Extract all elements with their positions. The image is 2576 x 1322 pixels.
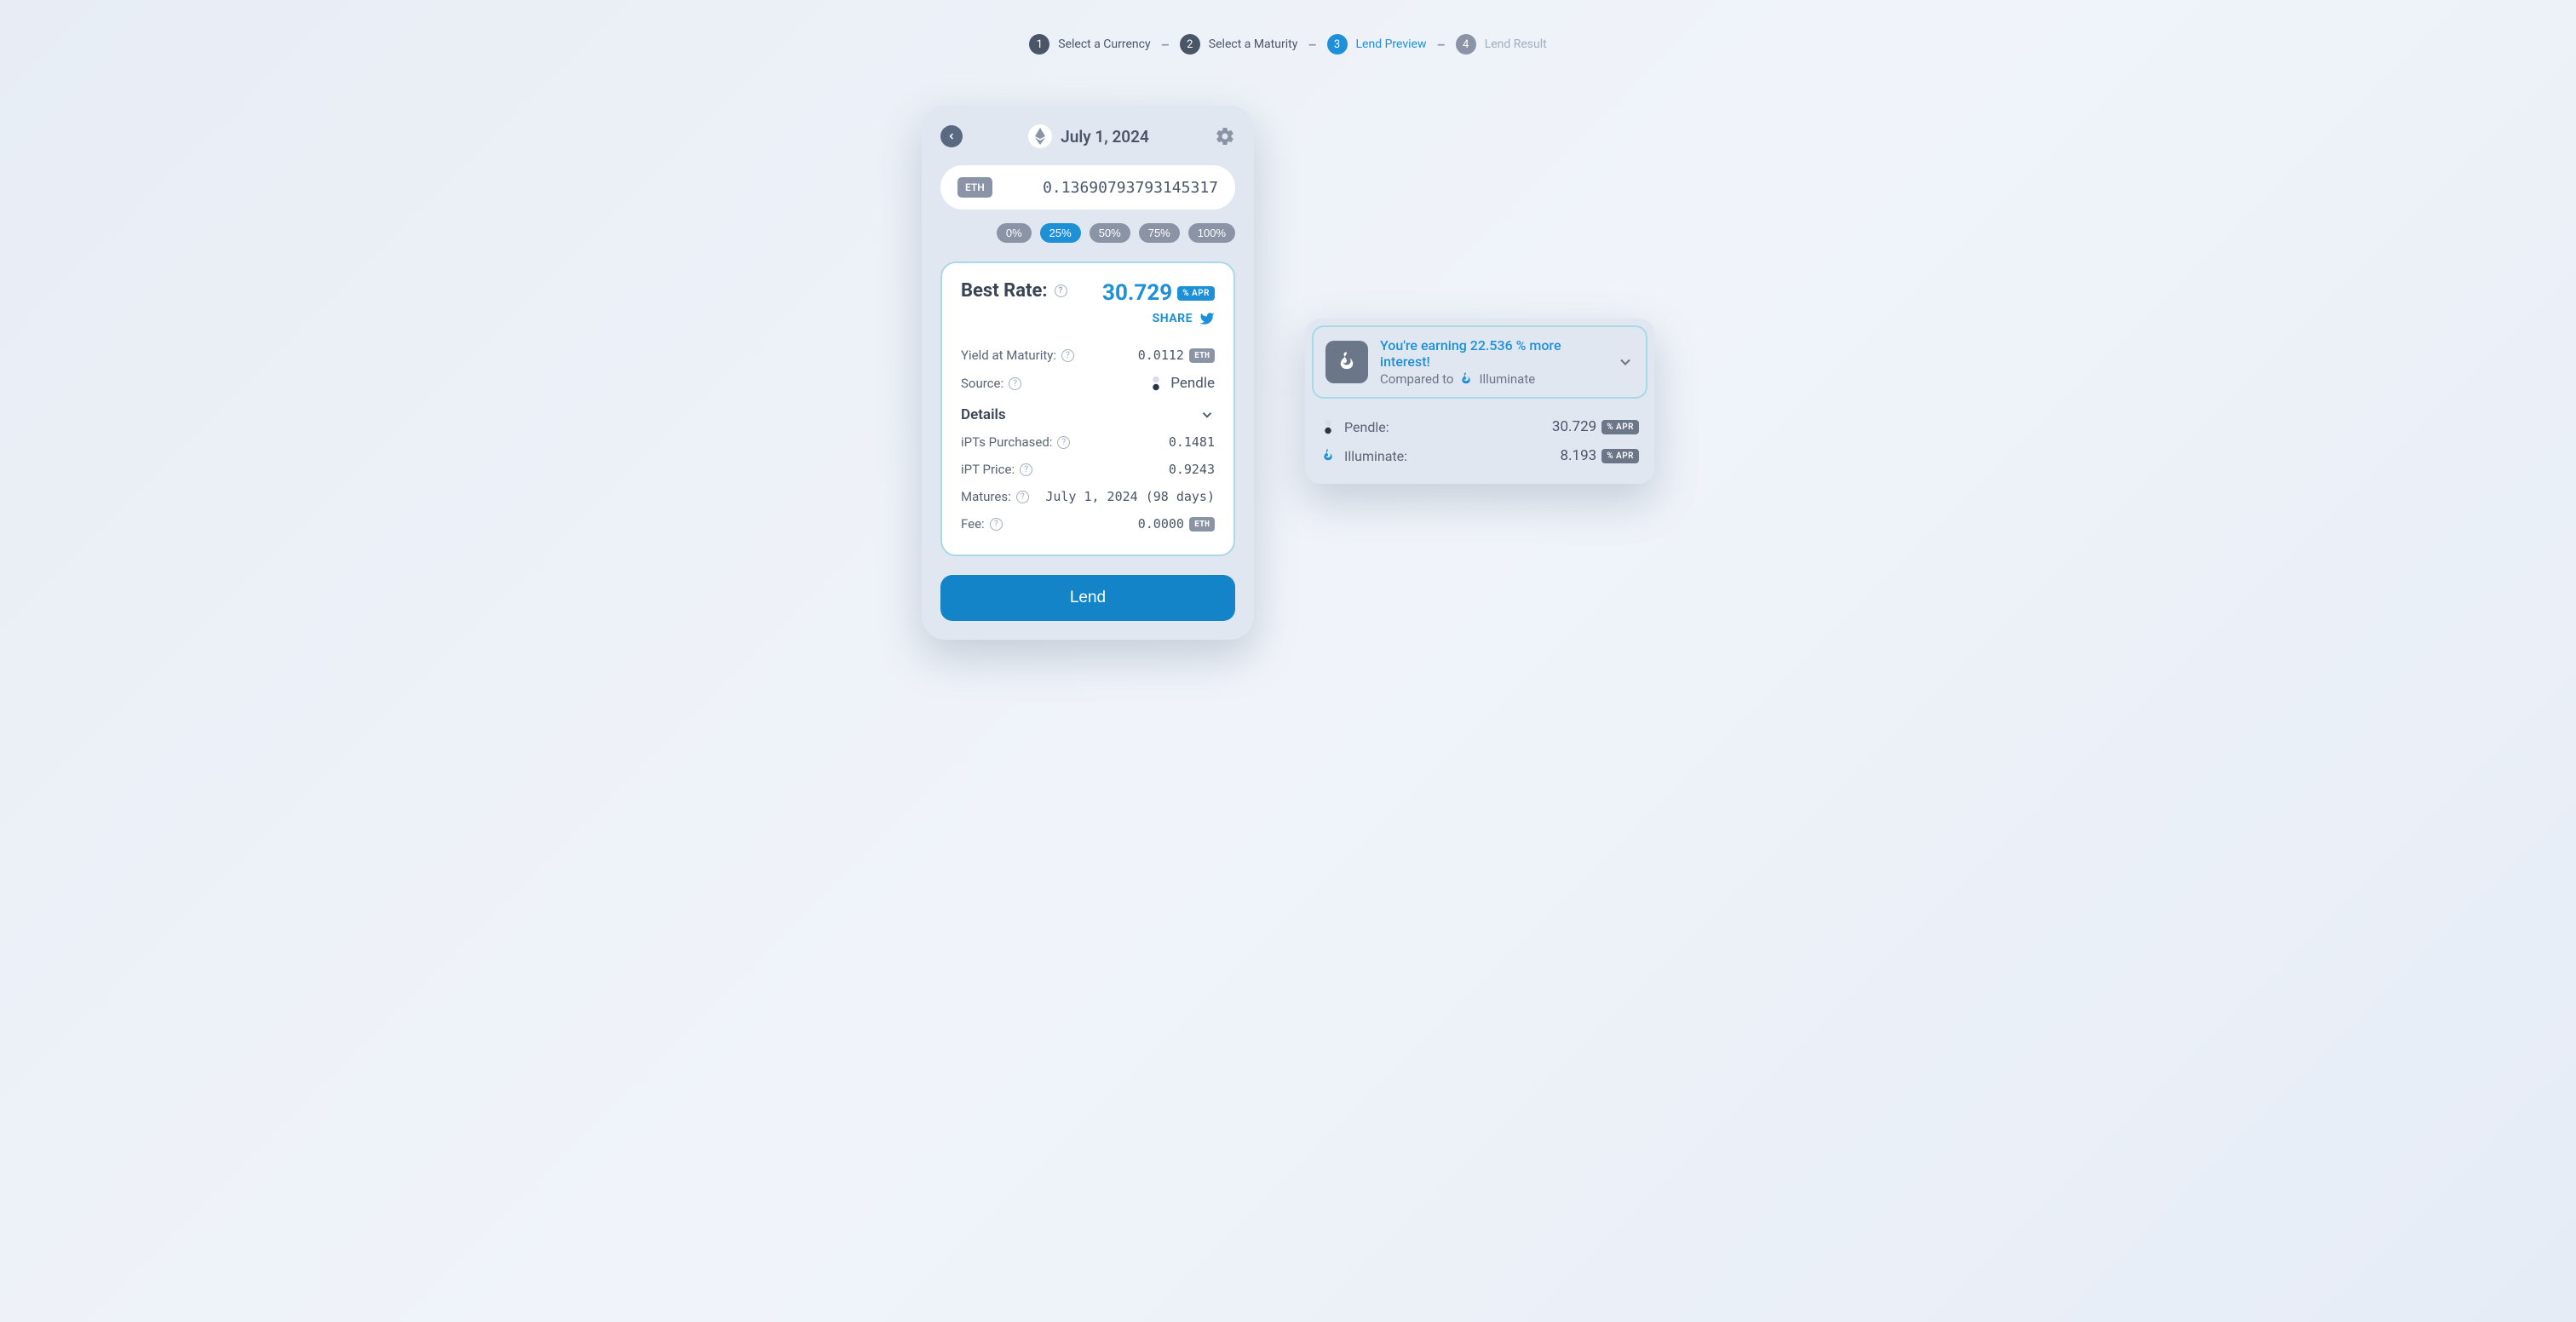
percent-100-button[interactable]: 100% (1188, 223, 1235, 243)
step-1[interactable]: 1 Select a Currency (1029, 34, 1150, 55)
step-2[interactable]: 2 Select a Maturity (1180, 34, 1298, 55)
yield-row: Yield at Maturity: ? 0.0112 ETH (961, 342, 1215, 369)
pendle-icon (1320, 419, 1336, 434)
chevron-left-icon (946, 131, 957, 141)
flame-box-icon (1325, 341, 1368, 383)
best-rate-label: Best Rate: (961, 280, 1048, 302)
help-icon[interactable]: ? (1020, 463, 1032, 476)
ipt-price-row: iPT Price: ? 0.9243 (961, 456, 1215, 483)
source-label: Source: (961, 376, 1003, 391)
matures-row: Matures: ? July 1, 2024 (98 days) (961, 483, 1215, 510)
source-row: Source: ? Pendle (961, 369, 1215, 398)
share-button[interactable]: SHARE (961, 311, 1215, 326)
step-3[interactable]: 3 Lend Preview (1327, 34, 1427, 55)
chevron-down-icon (1199, 407, 1215, 422)
step-1-num: 1 (1029, 34, 1049, 55)
ipt-price-label: iPT Price: (961, 462, 1015, 477)
rate-panel: Best Rate: ? 30.729 % APR SHARE Yield at… (940, 262, 1235, 556)
stepper: 1 Select a Currency – 2 Select a Maturit… (0, 34, 2576, 55)
step-1-label: Select a Currency (1058, 37, 1150, 51)
ipts-value: 0.1481 (1169, 434, 1215, 450)
pendle-icon (1148, 376, 1164, 391)
help-icon[interactable]: ? (1016, 491, 1029, 503)
fee-value: 0.0000 (1138, 516, 1184, 532)
step-2-label: Select a Maturity (1209, 37, 1298, 51)
step-4[interactable]: 4 Lend Result (1456, 34, 1547, 55)
percent-row: 0% 25% 50% 75% 100% (940, 223, 1235, 243)
help-icon[interactable]: ? (1061, 349, 1074, 362)
yield-label: Yield at Maturity: (961, 348, 1056, 363)
step-separator: – (1437, 37, 1446, 53)
flame-icon (1320, 448, 1336, 463)
compare-pendle-value: 30.729 (1552, 418, 1596, 435)
matures-value: July 1, 2024 (98 days) (1045, 489, 1215, 504)
compare-illuminate-label: Illuminate: (1344, 448, 1407, 464)
compare-subline-prefix: Compared to (1380, 371, 1453, 387)
eth-tag: ETH (1189, 517, 1215, 532)
twitter-icon (1199, 311, 1215, 326)
compare-row-illuminate: Illuminate: 8.193 % APR (1320, 441, 1639, 470)
share-label: SHARE (1153, 312, 1193, 325)
compare-illuminate-value: 8.193 (1560, 447, 1596, 464)
step-4-num: 4 (1456, 34, 1476, 55)
details-label: Details (961, 406, 1006, 423)
step-separator: – (1161, 37, 1170, 53)
amount-input-box: ETH (940, 165, 1235, 210)
lend-preview-card: July 1, 2024 ETH 0% 25% 50% 75% 100% Bes… (922, 106, 1254, 640)
step-3-label: Lend Preview (1356, 37, 1427, 51)
step-2-num: 2 (1180, 34, 1200, 55)
gear-icon (1215, 126, 1235, 147)
apr-badge: % APR (1601, 449, 1639, 463)
chevron-down-icon[interactable] (1617, 353, 1634, 371)
compare-headline: You're earning 22.536 % more interest! (1380, 337, 1605, 370)
apr-badge: % APR (1177, 286, 1215, 301)
comparison-header: You're earning 22.536 % more interest! C… (1312, 325, 1647, 399)
header-title: July 1, 2024 (1028, 124, 1149, 148)
flame-icon (1335, 350, 1359, 374)
card-header: July 1, 2024 (940, 124, 1235, 148)
help-icon[interactable]: ? (990, 518, 1003, 531)
compare-row-pendle: Pendle: 30.729 % APR (1320, 412, 1639, 441)
percent-0-button[interactable]: 0% (997, 223, 1032, 243)
fee-label: Fee: (961, 516, 985, 532)
flame-icon (1458, 371, 1474, 387)
comparison-card: You're earning 22.536 % more interest! C… (1305, 319, 1654, 484)
ipt-price-value: 0.9243 (1169, 462, 1215, 477)
maturity-date: July 1, 2024 (1061, 127, 1149, 147)
amount-input[interactable] (1003, 179, 1218, 197)
settings-button[interactable] (1215, 126, 1235, 147)
matures-label: Matures: (961, 489, 1011, 504)
fee-row: Fee: ? 0.0000 ETH (961, 510, 1215, 537)
compare-subline-name: Illuminate (1479, 371, 1535, 387)
lend-button[interactable]: Lend (940, 575, 1235, 621)
back-button[interactable] (940, 125, 963, 147)
compare-pendle-label: Pendle: (1344, 419, 1389, 435)
apr-badge: % APR (1601, 420, 1639, 434)
ipts-row: iPTs Purchased: ? 0.1481 (961, 428, 1215, 456)
eth-icon (1028, 124, 1052, 148)
yield-value: 0.0112 (1138, 348, 1184, 363)
step-3-num: 3 (1327, 34, 1348, 55)
best-rate-value: 30.729 % APR (1102, 280, 1215, 306)
details-toggle[interactable]: Details (961, 398, 1215, 428)
eth-tag: ETH (1189, 348, 1215, 363)
help-icon[interactable]: ? (1009, 377, 1021, 390)
help-icon[interactable]: ? (1057, 436, 1070, 449)
step-separator: – (1308, 37, 1316, 53)
percent-25-button[interactable]: 25% (1040, 223, 1081, 243)
percent-50-button[interactable]: 50% (1090, 223, 1130, 243)
compare-subline: Compared to Illuminate (1380, 371, 1605, 387)
percent-75-button[interactable]: 75% (1139, 223, 1180, 243)
help-icon[interactable]: ? (1055, 285, 1067, 297)
ipts-label: iPTs Purchased: (961, 434, 1052, 450)
source-value: Pendle (1170, 375, 1215, 392)
rate-number: 30.729 (1102, 280, 1172, 306)
best-rate-title: Best Rate: ? (961, 280, 1067, 302)
currency-badge: ETH (957, 177, 992, 198)
step-4-label: Lend Result (1485, 37, 1547, 51)
